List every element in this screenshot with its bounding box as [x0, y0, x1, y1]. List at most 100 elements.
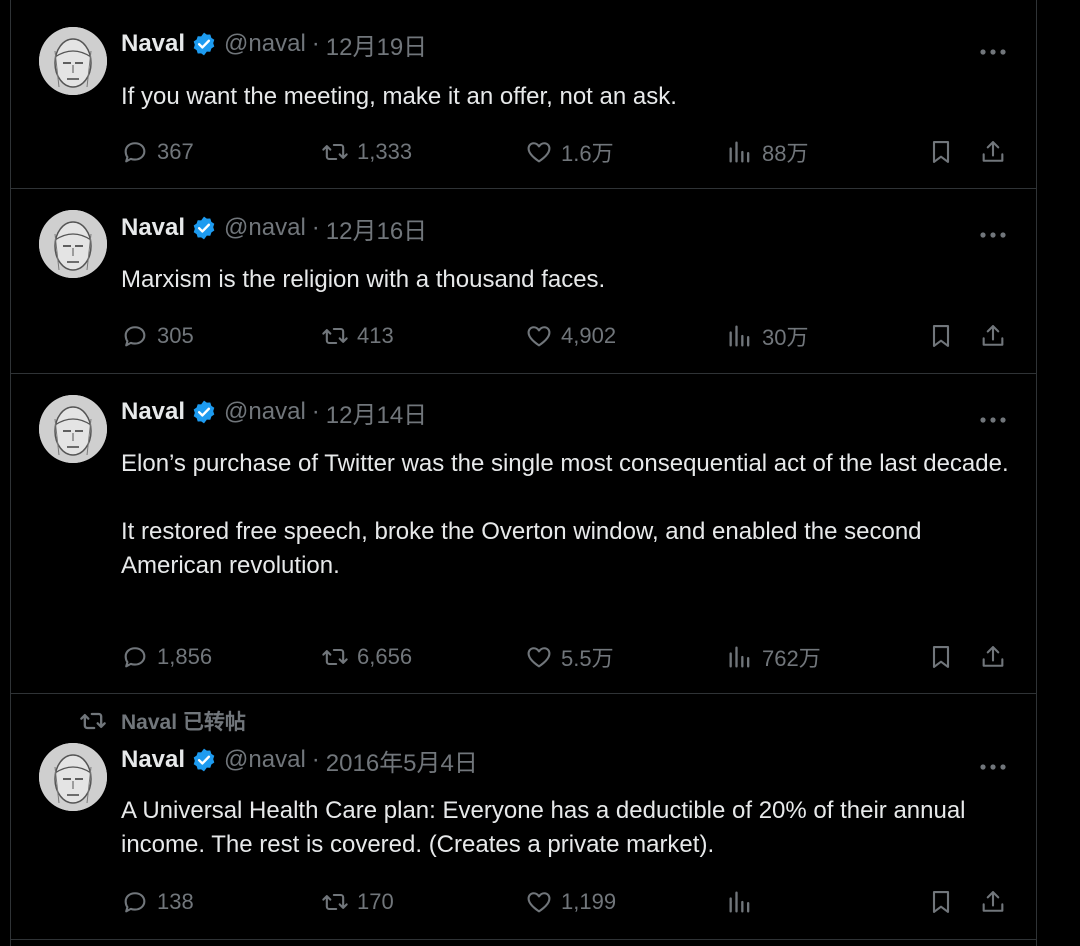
view-count: 762万: [762, 646, 821, 671]
reply-bubble-icon: [124, 647, 146, 668]
like-count: 1.6万: [561, 141, 614, 166]
tweet-card[interactable]: Naval @naval · 12月14日 Elon’s purchase of…: [11, 374, 1036, 694]
retweet-button[interactable]: 1,333: [321, 136, 412, 168]
timeline-feed: Naval @naval · 12月19日 If you want the me…: [10, 0, 1037, 946]
tweet-text: Marxism is the religion with a thousand …: [121, 263, 1021, 297]
like-button[interactable]: 1.6万: [525, 136, 614, 168]
bookmark-icon: [932, 141, 950, 163]
like-button[interactable]: 1,199: [525, 886, 616, 918]
views-button[interactable]: 762万: [726, 641, 821, 673]
avatar[interactable]: [39, 27, 107, 95]
bookmark-button[interactable]: [927, 641, 955, 673]
author-name[interactable]: Naval: [121, 214, 185, 242]
tweet-date[interactable]: 2016年5月4日: [326, 743, 478, 778]
retweet-icon: [322, 327, 348, 345]
analytics-bars-icon: [729, 141, 750, 163]
more-horizontal-icon: [980, 764, 1006, 770]
reply-bubble-icon: [124, 142, 146, 163]
like-count: 1,199: [561, 889, 617, 914]
bookmark-icon: [932, 325, 950, 347]
avatar-face-icon: [39, 395, 107, 463]
reply-count: 138: [157, 889, 194, 914]
tweet-card[interactable]: Naval @naval · 12月19日 If you want the me…: [11, 0, 1036, 189]
more-options-button[interactable]: [978, 225, 1008, 245]
author-name[interactable]: Naval: [121, 30, 185, 58]
reply-bubble-icon: [124, 892, 146, 913]
analytics-bars-icon: [729, 325, 750, 347]
reply-button[interactable]: 367: [121, 136, 194, 168]
share-button[interactable]: [979, 320, 1007, 352]
tweet-paragraph: If you want the meeting, make it an offe…: [121, 83, 677, 110]
more-options-button[interactable]: [978, 757, 1008, 777]
tweet-header: Naval @naval · 2016年5月4日: [121, 743, 478, 778]
reply-button[interactable]: 305: [121, 320, 194, 352]
like-button[interactable]: 5.5万: [525, 641, 614, 673]
like-button[interactable]: 4,902: [525, 320, 616, 352]
tweet-header: Naval @naval · 12月14日: [121, 395, 427, 430]
author-handle[interactable]: @naval: [224, 214, 306, 242]
tweet-date[interactable]: 12月19日: [326, 27, 427, 62]
tweet-actions: 367 1,333 1.6万 88万: [121, 136, 1010, 168]
tweet-text: If you want the meeting, make it an offe…: [121, 80, 1021, 114]
heart-icon: [527, 326, 551, 347]
tweet-text: A Universal Health Care plan: Everyone h…: [121, 794, 1021, 862]
more-options-button[interactable]: [978, 410, 1008, 430]
avatar[interactable]: [39, 395, 107, 463]
verified-badge-icon: [193, 32, 215, 56]
retweet-count: 1,333: [357, 139, 413, 164]
author-handle[interactable]: @naval: [224, 746, 306, 774]
views-button[interactable]: [726, 886, 762, 918]
avatar[interactable]: [39, 743, 107, 811]
retweet-icon: [322, 143, 348, 161]
tweet-header: Naval @naval · 12月19日: [121, 27, 427, 62]
verified-badge-icon: [193, 216, 215, 240]
share-button[interactable]: [979, 641, 1007, 673]
author-handle[interactable]: @naval: [224, 30, 306, 58]
avatar-face-icon: [39, 743, 107, 811]
bookmark-button[interactable]: [927, 136, 955, 168]
tweet-header: Naval @naval · 12月16日: [121, 211, 427, 246]
share-button[interactable]: [979, 886, 1007, 918]
retweet-button[interactable]: 170: [321, 886, 394, 918]
tweet-paragraph: A Universal Health Care plan: Everyone h…: [121, 797, 966, 858]
more-options-button[interactable]: [978, 42, 1008, 62]
reply-button[interactable]: 138: [121, 886, 194, 918]
like-count: 4,902: [561, 323, 617, 348]
views-button[interactable]: 88万: [726, 136, 808, 168]
more-horizontal-icon: [980, 417, 1006, 423]
share-upload-icon: [982, 141, 1004, 162]
share-button[interactable]: [979, 136, 1007, 168]
retweet-count: 6,656: [357, 644, 413, 669]
bookmark-button[interactable]: [927, 886, 955, 918]
tweet-text: Elon’s purchase of Twitter was the singl…: [121, 447, 1021, 583]
reply-count: 1,856: [157, 644, 213, 669]
tweet-paragraph: Elon’s purchase of Twitter was the singl…: [121, 450, 1009, 477]
author-handle[interactable]: @naval: [224, 398, 306, 426]
avatar-face-icon: [39, 27, 107, 95]
tweet-actions: 305 413 4,902 30万: [121, 320, 1010, 352]
views-button[interactable]: 30万: [726, 320, 808, 352]
bookmark-button[interactable]: [927, 320, 955, 352]
tweet-date[interactable]: 12月16日: [326, 211, 427, 246]
reply-bubble-icon: [124, 326, 146, 347]
avatar[interactable]: [39, 210, 107, 278]
retweet-button[interactable]: 6,656: [321, 641, 412, 673]
heart-icon: [527, 142, 551, 163]
reply-button[interactable]: 1,856: [121, 641, 212, 673]
tweet-actions: 138 170 1,199: [121, 886, 1010, 918]
author-name[interactable]: Naval: [121, 746, 185, 774]
more-horizontal-icon: [980, 232, 1006, 238]
retweet-button[interactable]: 413: [321, 320, 394, 352]
retweeted-by-label[interactable]: Naval 已转帖: [79, 706, 246, 736]
tweet-card[interactable]: Naval @naval · 12月16日 Marxism is the rel…: [11, 189, 1036, 374]
heart-icon: [527, 892, 551, 913]
bookmark-icon: [932, 891, 950, 913]
heart-icon: [527, 647, 551, 668]
tweet-card[interactable]: Naval 已转帖 Naval @naval · 2016年5月4日 A Uni…: [11, 694, 1036, 940]
more-horizontal-icon: [980, 49, 1006, 55]
retweet-icon: [322, 648, 348, 666]
share-upload-icon: [982, 325, 1004, 346]
tweet-date[interactable]: 12月14日: [326, 395, 427, 430]
separator-dot: ·: [311, 398, 320, 425]
author-name[interactable]: Naval: [121, 398, 185, 426]
